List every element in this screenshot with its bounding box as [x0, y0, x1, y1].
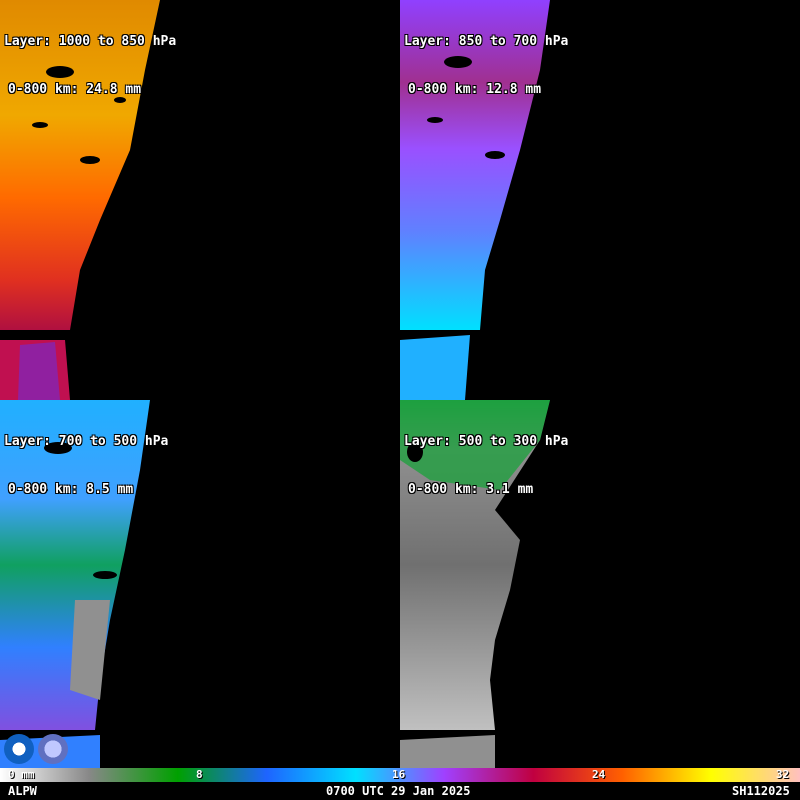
panel-label: Layer: 1000 to 850 hPa 0-800 km: 24.8 mm [4, 2, 176, 130]
colorbar-tick-32: 32 [776, 768, 790, 781]
colorbar: 0 mm 8 16 24 32 [0, 768, 800, 782]
colorbar-tick-0: 0 mm [8, 768, 35, 781]
panel-label: Layer: 500 to 300 hPa 0-800 km: 3.1 mm [404, 402, 568, 530]
layer-label: Layer: 700 to 500 hPa [4, 434, 169, 449]
noaa-logo [4, 734, 34, 764]
layer-value: 0-800 km: 12.8 mm [408, 82, 542, 97]
panel-label: Layer: 850 to 700 hPa 0-800 km: 12.8 mm [404, 2, 568, 130]
layer-value: 0-800 km: 3.1 mm [408, 482, 534, 497]
colorbar-tick-24: 24 [592, 768, 606, 781]
layer-value: 0-800 km: 8.5 mm [8, 482, 134, 497]
storm-code: SH112025 [732, 784, 790, 798]
panel-500-300: Layer: 500 to 300 hPa 0-800 km: 3.1 mm [400, 400, 800, 800]
layer-label: Layer: 850 to 700 hPa [404, 34, 569, 49]
layer-label: Layer: 500 to 300 hPa [404, 434, 569, 449]
colorbar-tick-8: 8 [196, 768, 203, 781]
panel-label: Layer: 700 to 500 hPa 0-800 km: 8.5 mm [4, 402, 168, 530]
product-name: ALPW [8, 784, 37, 798]
panel-850-700: Layer: 850 to 700 hPa 0-800 km: 12.8 mm [400, 0, 800, 400]
layer-label: Layer: 1000 to 850 hPa [4, 34, 177, 49]
valid-time: 0700 UTC 29 Jan 2025 [326, 784, 471, 798]
panel-1000-850: Layer: 1000 to 850 hPa 0-800 km: 24.8 mm [0, 0, 400, 400]
layer-value: 0-800 km: 24.8 mm [8, 82, 142, 97]
footer: ALPW 0700 UTC 29 Jan 2025 SH112025 [0, 782, 800, 800]
cira-logo [38, 734, 68, 764]
colorbar-tick-16: 16 [392, 768, 406, 781]
panel-700-500: Layer: 700 to 500 hPa 0-800 km: 8.5 mm [0, 400, 400, 800]
